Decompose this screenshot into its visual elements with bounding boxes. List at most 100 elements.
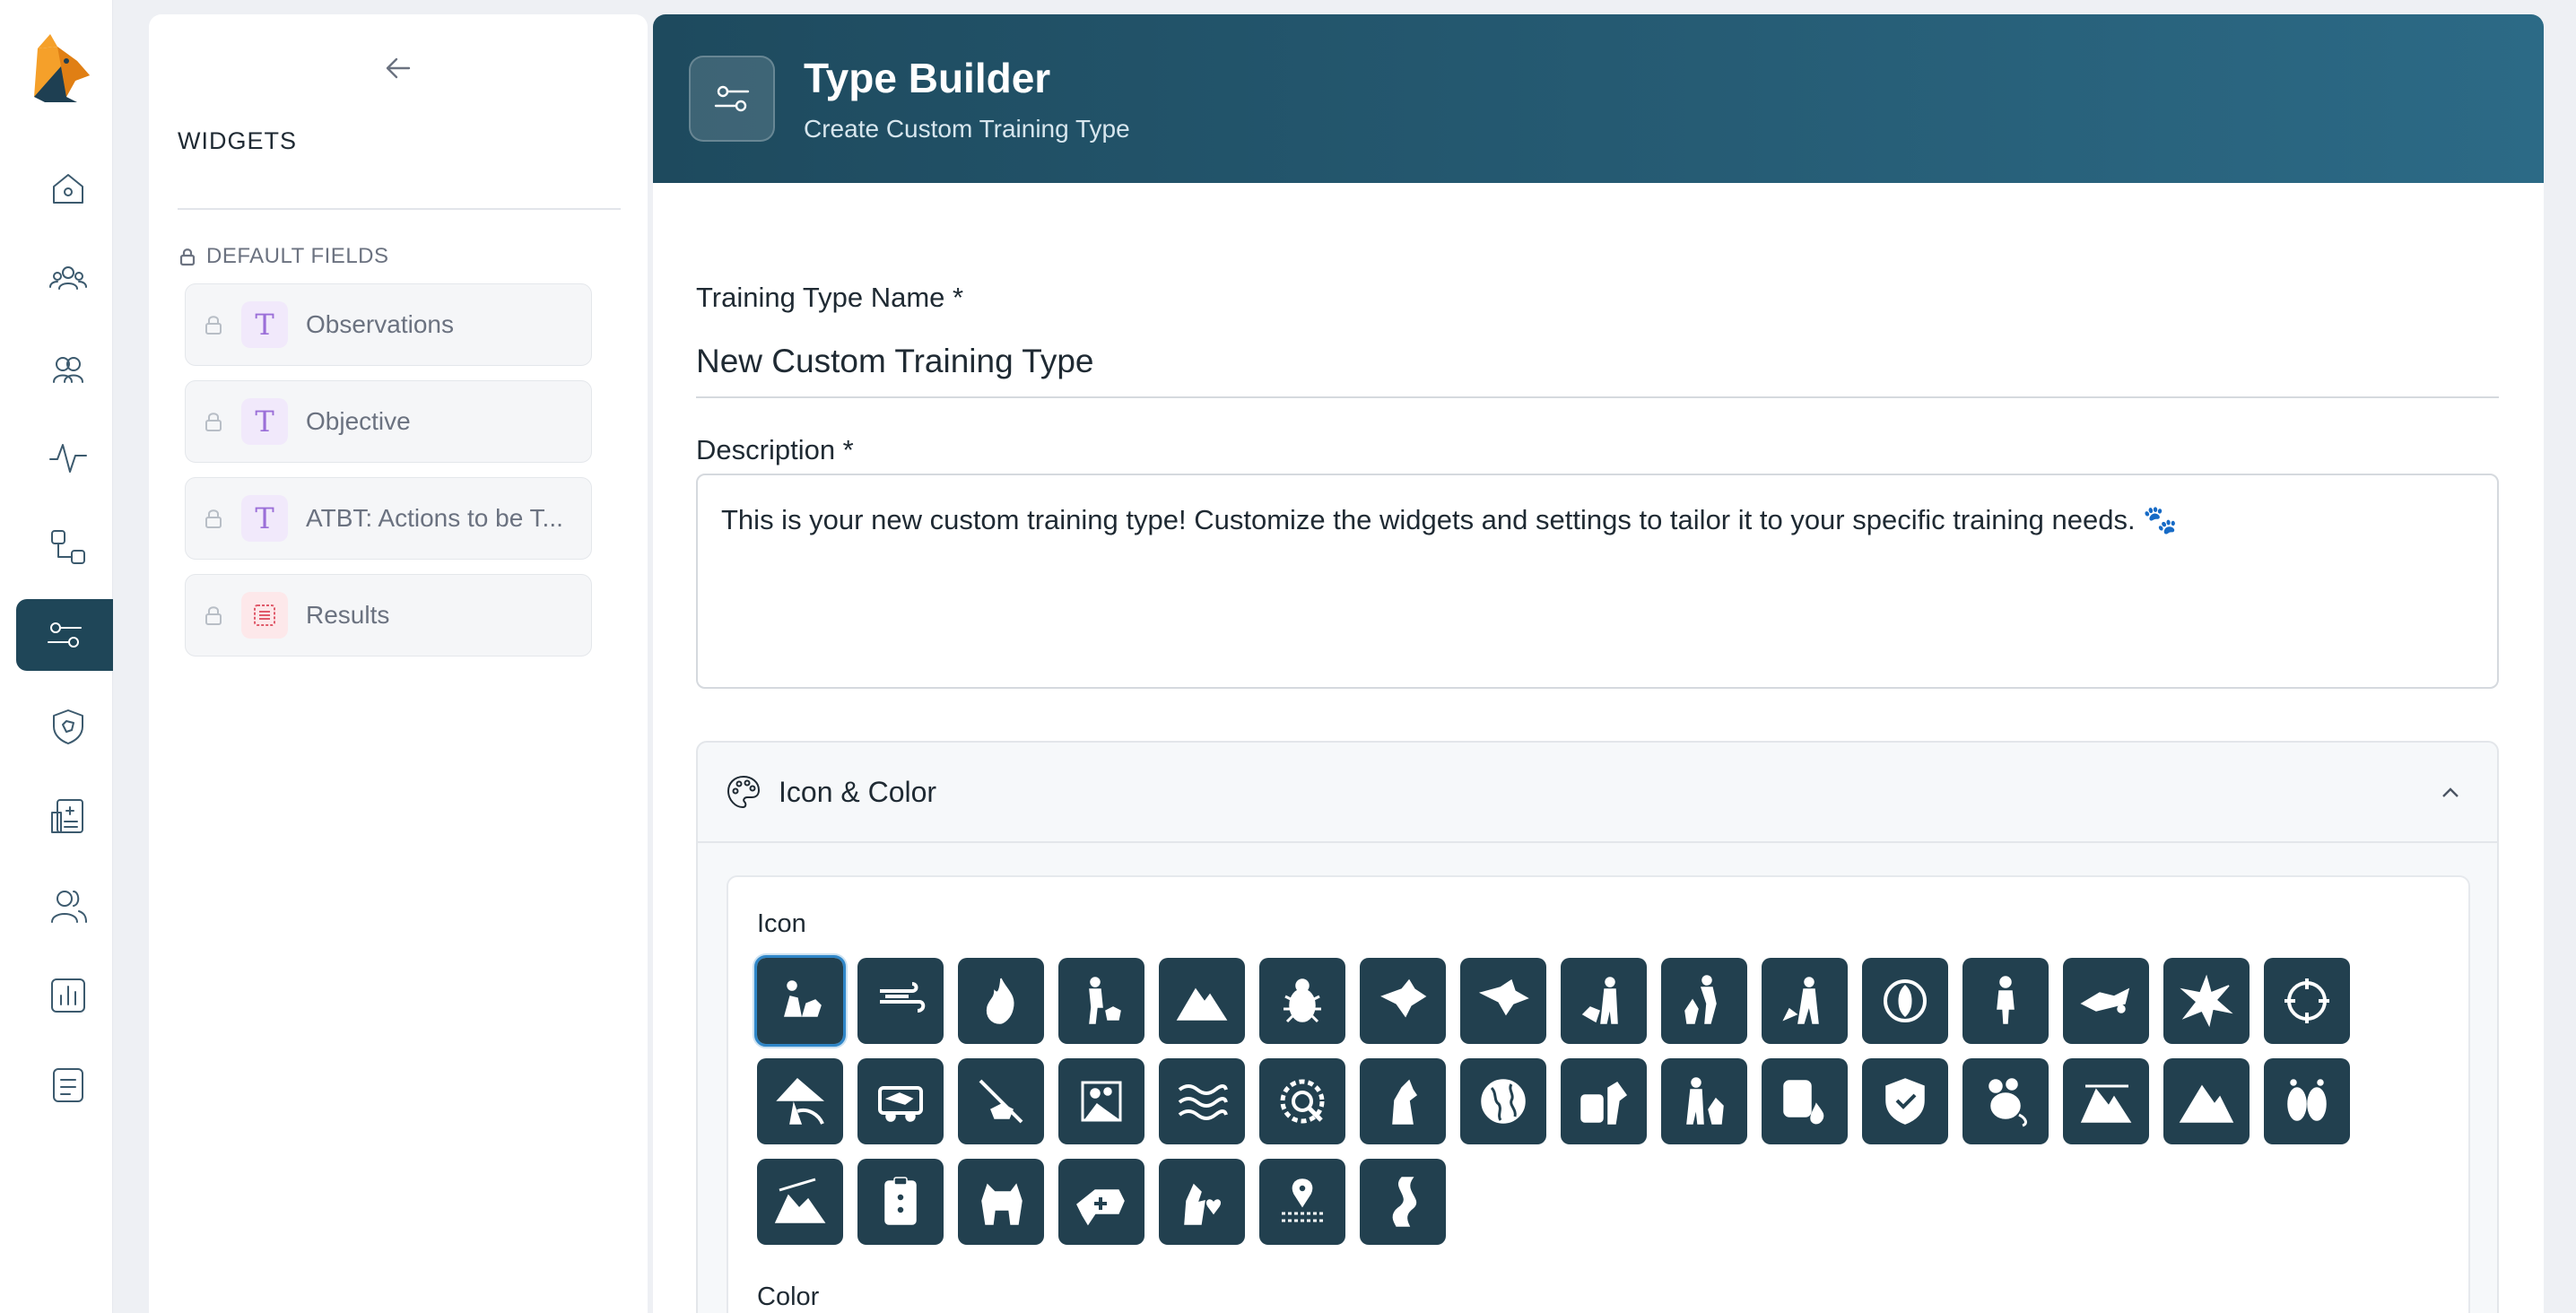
back-button[interactable] xyxy=(382,52,414,84)
nav-team[interactable] xyxy=(32,242,104,314)
icon-option[interactable] xyxy=(2063,1058,2149,1144)
handler-search-icon xyxy=(1782,977,1819,1024)
description-textarea[interactable]: This is your new custom training type! C… xyxy=(696,474,2499,689)
nav-shield[interactable] xyxy=(32,691,104,762)
icon-option[interactable] xyxy=(1058,1159,1144,1245)
icon-option[interactable] xyxy=(1460,1058,1546,1144)
widgets-panel: WIDGETS DEFAULT FIELDS T Observations T … xyxy=(149,14,648,1313)
icon-option[interactable] xyxy=(1259,1159,1345,1245)
person-standing-icon xyxy=(1997,976,2015,1024)
nav-groups[interactable] xyxy=(32,332,104,404)
chevron-up-icon[interactable] xyxy=(2436,778,2465,807)
reports-icon xyxy=(51,978,85,1013)
nav-users[interactable] xyxy=(32,870,104,942)
icon-option[interactable] xyxy=(1259,1058,1345,1144)
location-trail-icon xyxy=(1282,1178,1323,1222)
shield-check-icon xyxy=(1885,1078,1925,1125)
water-waves-icon xyxy=(1178,1084,1228,1120)
barrel-icon xyxy=(1783,1080,1824,1125)
team-icon xyxy=(49,266,87,290)
icon-option[interactable] xyxy=(1762,1058,1848,1144)
training-type-name-input[interactable]: New Custom Training Type xyxy=(696,334,2499,398)
icon-option[interactable] xyxy=(757,1058,843,1144)
icon-option[interactable] xyxy=(857,1159,944,1245)
nav-workflow[interactable] xyxy=(32,511,104,583)
icon-option[interactable] xyxy=(2264,1058,2350,1144)
icon-option[interactable] xyxy=(1159,1159,1245,1245)
groups-icon xyxy=(53,357,83,383)
icon-option[interactable] xyxy=(2264,958,2350,1044)
icon-option[interactable] xyxy=(958,1058,1044,1144)
icon-option[interactable] xyxy=(1561,1058,1647,1144)
icon-option[interactable] xyxy=(1962,958,2049,1044)
activity-icon xyxy=(49,444,87,473)
icon-option[interactable] xyxy=(1460,958,1546,1044)
nav-activity[interactable] xyxy=(32,422,104,493)
nav-type-builder[interactable] xyxy=(16,599,113,671)
dog-logo[interactable] xyxy=(30,30,97,102)
icon-option[interactable] xyxy=(1360,1159,1446,1245)
icon-color-body: Icon Color xyxy=(727,875,2470,1313)
icon-option[interactable] xyxy=(757,1159,843,1245)
icon-color-section: Icon & Color Icon Color xyxy=(696,741,2499,1313)
icon-color-header[interactable]: Icon & Color xyxy=(698,743,2497,843)
icon-option[interactable] xyxy=(958,1159,1044,1245)
dog-head-alt-icon xyxy=(1478,978,1529,1016)
color-label: Color xyxy=(757,1283,820,1311)
dog-stand-icon xyxy=(981,1183,1023,1225)
nav-home[interactable] xyxy=(32,152,104,224)
icon-option[interactable] xyxy=(1159,1058,1245,1144)
dog-jump-icon xyxy=(2080,987,2130,1013)
field-atbt[interactable]: T ATBT: Actions to be T... xyxy=(185,477,592,560)
icon-option[interactable] xyxy=(958,958,1044,1044)
icon-option[interactable] xyxy=(1058,1058,1144,1144)
rubble-icon xyxy=(1081,1081,1122,1122)
icon-option[interactable] xyxy=(1159,958,1245,1044)
clipboard-icon xyxy=(884,1177,917,1225)
field-label: Objective xyxy=(306,407,411,435)
field-observations[interactable]: T Observations xyxy=(185,283,592,366)
terrain-icon xyxy=(2080,1084,2132,1123)
home-icon xyxy=(53,174,83,204)
nav-reports[interactable] xyxy=(32,960,104,1031)
icon-option[interactable] xyxy=(1058,958,1144,1044)
workflow-icon xyxy=(51,530,85,564)
icon-option[interactable] xyxy=(1360,958,1446,1044)
text-type-icon: T xyxy=(241,398,288,445)
icon-option[interactable] xyxy=(2163,1058,2250,1144)
icon-option[interactable] xyxy=(2163,958,2250,1044)
icon-option[interactable] xyxy=(1561,958,1647,1044)
icon-option[interactable] xyxy=(1762,958,1848,1044)
icon-option[interactable] xyxy=(1962,1058,2049,1144)
section-label-text: DEFAULT FIELDS xyxy=(206,244,389,268)
main-panel: Type Builder Create Custom Training Type… xyxy=(653,14,2544,1313)
field-results[interactable]: Results xyxy=(185,574,592,656)
icon-option[interactable] xyxy=(1360,1058,1446,1144)
icon-option[interactable] xyxy=(1862,958,1948,1044)
icon-option[interactable] xyxy=(1661,958,1747,1044)
dog-medical-icon xyxy=(1076,1189,1125,1226)
nav-documents[interactable] xyxy=(32,1049,104,1121)
icon-option[interactable] xyxy=(2063,958,2149,1044)
wind-icon xyxy=(880,982,926,1013)
icon-option[interactable] xyxy=(1862,1058,1948,1144)
icon-option[interactable] xyxy=(1661,1058,1747,1144)
field-label: Observations xyxy=(306,310,454,338)
tree-mountain-icon xyxy=(776,1077,825,1125)
lock-icon xyxy=(202,507,225,530)
text-type-icon: T xyxy=(241,495,288,542)
field-objective[interactable]: T Objective xyxy=(185,380,592,463)
nav-rail xyxy=(0,0,113,1313)
vehicle-icon xyxy=(878,1086,923,1122)
results-type-icon xyxy=(241,592,288,639)
fire-icon xyxy=(986,978,1014,1024)
lock-icon xyxy=(202,410,225,433)
icon-option[interactable] xyxy=(857,1058,944,1144)
page-subtitle: Create Custom Training Type xyxy=(804,115,1130,143)
page-title: Type Builder xyxy=(804,55,1051,101)
icon-option[interactable] xyxy=(754,955,846,1047)
icon-option[interactable] xyxy=(857,958,944,1044)
footprints-icon xyxy=(2287,1079,2327,1121)
icon-option[interactable] xyxy=(1259,958,1345,1044)
nav-medical-record[interactable] xyxy=(32,780,104,852)
